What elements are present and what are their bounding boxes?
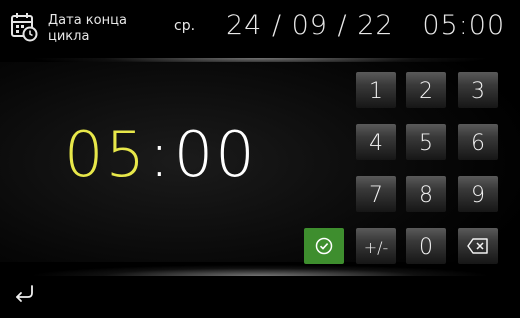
key-9[interactable]: 9	[458, 176, 498, 212]
key-6[interactable]: 6	[458, 124, 498, 160]
confirm-button[interactable]	[304, 228, 344, 264]
back-arrow-icon[interactable]	[12, 282, 38, 306]
key-0[interactable]: 0	[406, 228, 446, 264]
label-line-1: Дата конца	[48, 13, 127, 28]
footer-bar	[0, 276, 520, 318]
hours-value[interactable]: 05	[64, 118, 147, 191]
key-4[interactable]: 4	[356, 124, 396, 160]
end-datetime-display: 24 / 09 / 22 05:00	[226, 10, 506, 41]
label-line-2: цикла	[48, 29, 90, 44]
time-separator: :	[148, 118, 172, 191]
backspace-button[interactable]	[458, 228, 498, 264]
minutes-value[interactable]: 00	[174, 118, 257, 191]
cycle-end-date-label: Дата конца цикла	[48, 13, 148, 45]
bottom-divider	[0, 262, 520, 276]
weekday-label: ср.	[174, 18, 196, 34]
time-value-display[interactable]: 05:00	[64, 118, 257, 191]
key-5[interactable]: 5	[406, 124, 446, 160]
key-1[interactable]: 1	[356, 72, 396, 108]
check-circle-icon	[315, 237, 333, 255]
key-7[interactable]: 7	[356, 176, 396, 212]
header-bar: Дата конца цикла ср. 24 / 09 / 22 05:00	[0, 0, 520, 62]
key-3[interactable]: 3	[458, 72, 498, 108]
plus-minus-button[interactable]: +/-	[356, 228, 396, 264]
calendar-clock-icon	[11, 13, 38, 42]
key-8[interactable]: 8	[406, 176, 446, 212]
backspace-icon	[467, 238, 488, 254]
key-2[interactable]: 2	[406, 72, 446, 108]
